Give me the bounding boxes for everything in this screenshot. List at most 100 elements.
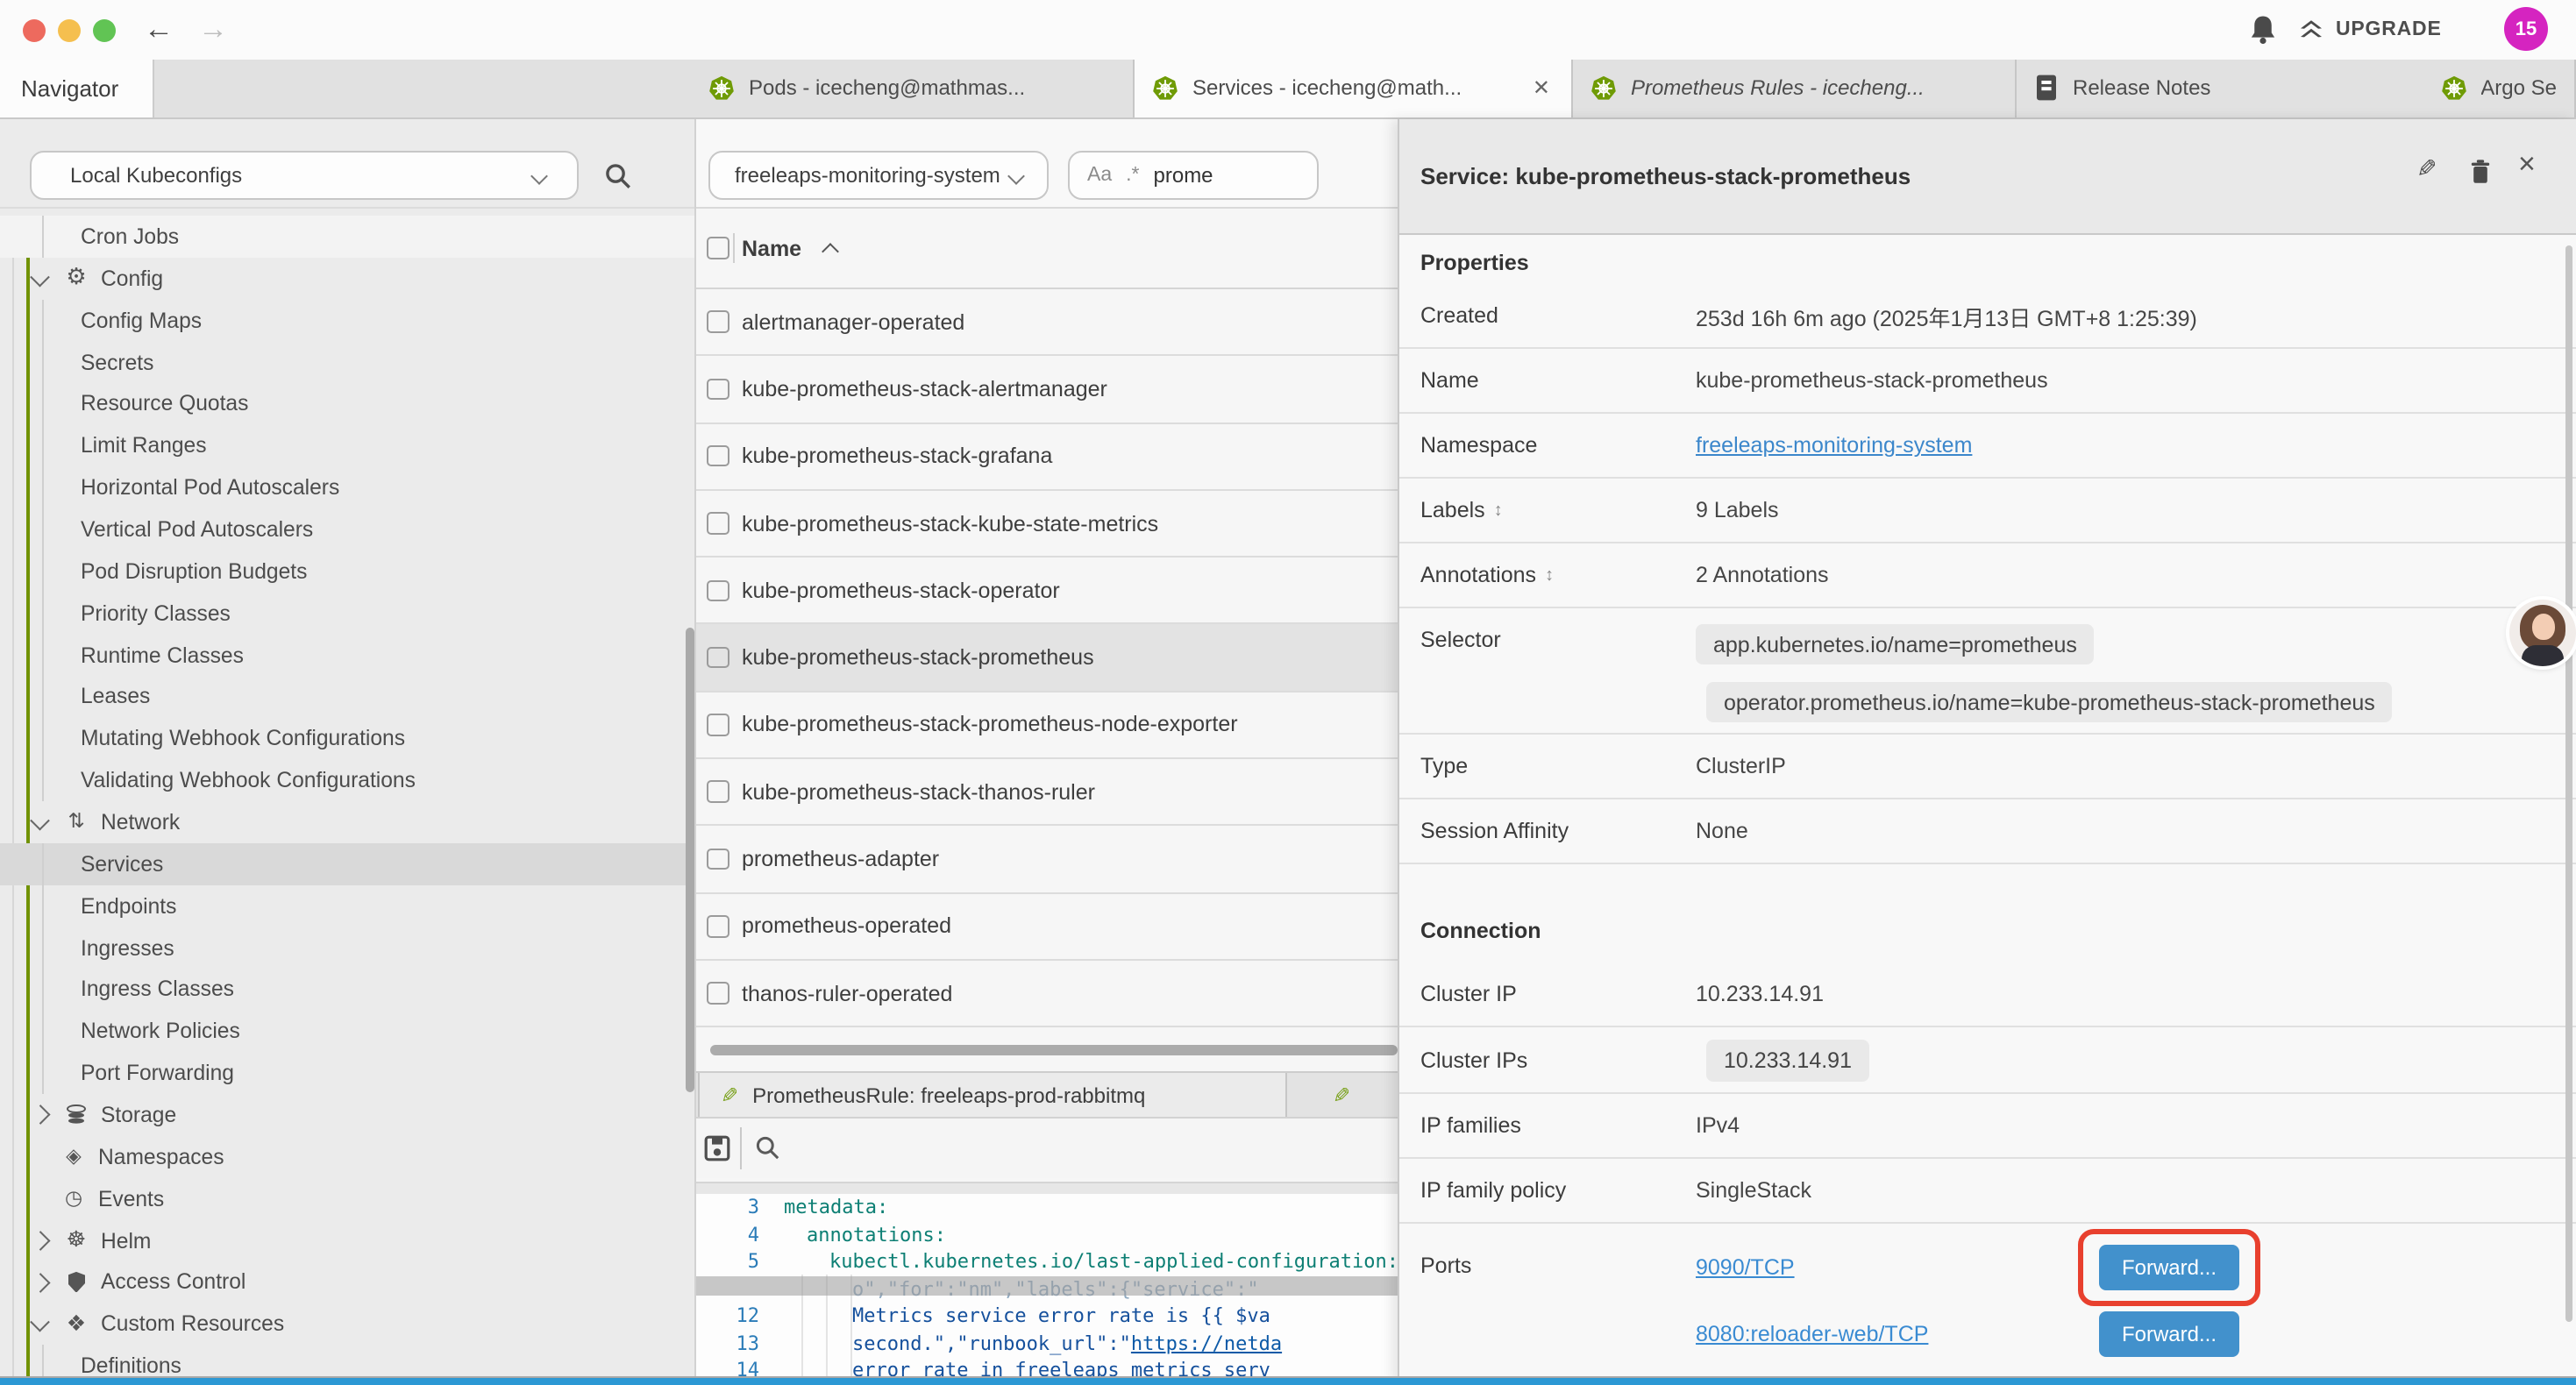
sidebar-item[interactable]: Ingress Classes — [0, 969, 694, 1011]
sidebar-scrollbar[interactable] — [686, 627, 694, 1091]
sidebar-item[interactable]: Resource Quotas — [0, 383, 694, 425]
sidebar-item[interactable]: Leases — [0, 676, 694, 718]
kubeconfig-selector[interactable]: Local Kubeconfigs — [30, 150, 579, 199]
row-checkbox[interactable] — [707, 311, 729, 333]
avatar[interactable] — [2509, 599, 2576, 665]
sidebar-item[interactable]: Pod Disruption Budgets — [0, 550, 694, 593]
namespace-filter[interactable]: freeleaps-monitoring-system — [708, 150, 1049, 199]
back-button[interactable]: ← — [144, 9, 174, 51]
sidebar-item[interactable]: Events — [0, 1178, 694, 1220]
code-link[interactable]: https://netda — [1131, 1332, 1282, 1355]
sort-toggle-icon[interactable]: ↕ — [1545, 565, 1554, 585]
sidebar-item[interactable]: Priority Classes — [0, 592, 694, 634]
table-row[interactable]: prometheus-adapter — [696, 827, 1398, 894]
sidebar-item[interactable]: Access Control — [0, 1261, 694, 1303]
chevron-icon[interactable] — [31, 1273, 49, 1291]
find-icon[interactable] — [754, 1134, 782, 1162]
chevron-icon[interactable] — [31, 1231, 49, 1249]
sidebar-item[interactable]: Runtime Classes — [0, 634, 694, 676]
bell-icon[interactable] — [2248, 14, 2278, 46]
sidebar-item[interactable]: Config Maps — [0, 299, 694, 341]
tab[interactable]: Prometheus Rules - icecheng... — [1573, 60, 2017, 117]
sidebar-item[interactable]: Mutating Webhook Configurations — [0, 718, 694, 760]
row-checkbox[interactable] — [707, 915, 729, 937]
port-link[interactable]: 8080:reloader-web/TCP — [1696, 1322, 1928, 1346]
sidebar-item[interactable]: Limit Ranges — [0, 425, 694, 467]
editor-tab[interactable]: ✎ PrometheusRule: freeleaps-prod-rabbitm… — [698, 1073, 1287, 1117]
row-checkbox[interactable] — [707, 647, 729, 669]
sidebar-item[interactable]: Validating Webhook Configurations — [0, 759, 694, 801]
sidebar-item[interactable]: Network — [0, 801, 694, 843]
upgrade-button[interactable]: UPGRADE — [2297, 16, 2442, 44]
tab[interactable]: Argo Se — [2423, 60, 2576, 117]
sidebar-item[interactable]: Vertical Pod Autoscalers — [0, 508, 694, 550]
navigator-tab[interactable]: Navigator — [0, 60, 154, 117]
kubernetes-icon — [1152, 75, 1178, 102]
sidebar-item[interactable]: Port Forwarding — [0, 1052, 694, 1094]
chevron-icon[interactable] — [31, 1105, 49, 1124]
row-checkbox[interactable] — [707, 513, 729, 535]
row-checkbox[interactable] — [707, 378, 729, 400]
maximize-window-button[interactable] — [92, 18, 115, 41]
close-window-button[interactable] — [22, 18, 45, 41]
sidebar-item[interactable]: Network Policies — [0, 1011, 694, 1053]
row-checkbox[interactable] — [707, 579, 729, 601]
table-row[interactable]: alertmanager-operated — [696, 289, 1398, 357]
sidebar-item[interactable]: Services — [0, 843, 694, 885]
table-row[interactable]: kube-prometheus-stack-grafana — [696, 423, 1398, 491]
sidebar-item[interactable]: Custom Resources — [0, 1303, 694, 1346]
chevron-icon[interactable] — [31, 1312, 49, 1331]
table-row[interactable]: kube-prometheus-stack-kube-state-metrics — [696, 491, 1398, 558]
yaml-editor[interactable]: 3 metadata: 4 annotations: 5 kubectl.kub… — [696, 1194, 1398, 1377]
notification-badge[interactable]: 15 — [2504, 7, 2548, 51]
row-checkbox[interactable] — [707, 445, 729, 467]
port-link[interactable]: 9090/TCP — [1696, 1255, 1795, 1280]
sidebar-item[interactable]: Helm — [0, 1219, 694, 1261]
sort-toggle-icon[interactable]: ↕ — [1494, 501, 1503, 520]
table-horizontal-scrollbar[interactable] — [710, 1044, 1398, 1055]
row-checkbox[interactable] — [707, 781, 729, 803]
tab[interactable]: Pods - icecheng@mathmas... — [691, 60, 1135, 117]
tab[interactable]: Release Notes — [2017, 60, 2423, 117]
editor-horizontal-scrollbar[interactable] — [696, 1276, 1398, 1295]
minimize-window-button[interactable] — [57, 18, 80, 41]
sidebar-item[interactable]: Secrets — [0, 341, 694, 383]
close-icon[interactable]: × — [2518, 146, 2536, 181]
sidebar-item[interactable]: Namespaces — [0, 1136, 694, 1178]
editor-tab-partial[interactable]: ✎ — [1308, 1073, 1398, 1117]
sidebar-item[interactable]: Ingresses — [0, 927, 694, 969]
table-row[interactable]: thanos-ruler-operated — [696, 961, 1398, 1028]
save-icon[interactable] — [703, 1134, 731, 1162]
sidebar-item[interactable]: Endpoints — [0, 885, 694, 927]
select-all-checkbox[interactable] — [707, 238, 729, 259]
row-checkbox[interactable] — [707, 849, 729, 870]
table-row[interactable]: kube-prometheus-stack-prometheus — [696, 625, 1398, 692]
row-checkbox[interactable] — [707, 714, 729, 735]
sidebar-item[interactable]: Config — [0, 258, 694, 300]
sort-ascending-icon[interactable] — [822, 242, 839, 259]
regex-toggle[interactable]: .* — [1126, 164, 1139, 185]
chevron-icon[interactable] — [31, 266, 49, 285]
namespace-link[interactable]: freeleaps-monitoring-system — [1696, 433, 1972, 458]
name-column-header[interactable]: Name — [742, 236, 801, 260]
row-checkbox[interactable] — [707, 983, 729, 1005]
forward-button[interactable]: Forward... — [2099, 1311, 2239, 1357]
panel-scrollbar[interactable] — [2565, 245, 2572, 1321]
forward-button[interactable]: → — [198, 9, 228, 51]
delete-icon[interactable] — [2467, 157, 2494, 185]
close-tab-icon[interactable]: ✕ — [1529, 76, 1554, 101]
sidebar-item[interactable]: Cron Jobs — [0, 216, 694, 258]
table-row[interactable]: kube-prometheus-stack-alertmanager — [696, 357, 1398, 424]
sidebar-item[interactable]: Horizontal Pod Autoscalers — [0, 466, 694, 508]
table-row[interactable]: kube-prometheus-stack-operator — [696, 558, 1398, 625]
table-row[interactable]: prometheus-operated — [696, 893, 1398, 961]
sidebar-item[interactable]: Storage — [0, 1094, 694, 1136]
table-row[interactable]: kube-prometheus-stack-thanos-ruler — [696, 759, 1398, 827]
tab[interactable]: Services - icecheng@math... ✕ — [1135, 60, 1573, 117]
list-search-input[interactable]: Aa .* prome — [1068, 150, 1319, 199]
table-row[interactable]: kube-prometheus-stack-prometheus-node-ex… — [696, 692, 1398, 760]
edit-icon[interactable]: ✎ — [2416, 153, 2437, 183]
chevron-icon[interactable] — [31, 810, 49, 828]
match-case-toggle[interactable]: Aa — [1087, 164, 1112, 185]
sidebar-search-icon[interactable] — [603, 160, 633, 190]
